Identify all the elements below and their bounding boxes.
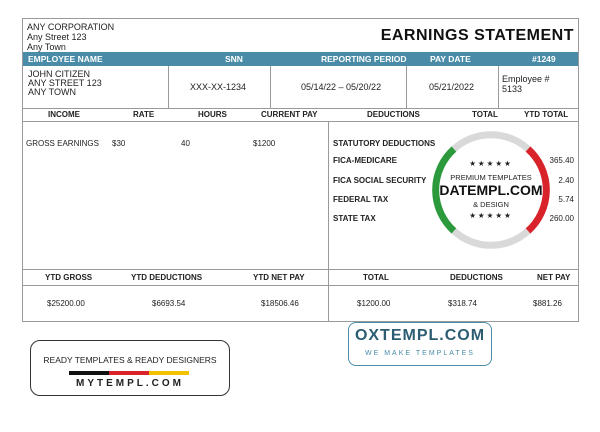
employee-address-cell: JOHN CITIZEN ANY STREET 123 ANY TOWN [23, 66, 169, 108]
col-total: TOTAL [472, 110, 498, 119]
employee-header-bar: EMPLOYEE NAME SNN REPORTING PERIOD PAY D… [23, 52, 578, 66]
oxtempl-tagline: WE MAKE TEMPLATES [365, 350, 475, 357]
deduction-label: STATE TAX [333, 214, 376, 223]
deduction-ytd: 5.74 [558, 195, 574, 204]
earnings-label: GROSS EARNINGS [26, 139, 99, 148]
oxtempl-badge: OXTEMPL.COM WE MAKE TEMPLATES [348, 322, 492, 366]
stamp-stars: ★★★★★ [469, 159, 513, 168]
employee-id-label: Employee # [502, 74, 550, 84]
stamp-line1: PREMIUM TEMPLATES [450, 173, 532, 182]
ytd-net-value: $18506.46 [261, 299, 299, 308]
company-address: ANY CORPORATION Any Street 123 Any Town [27, 22, 114, 52]
total-value: $1200.00 [357, 299, 391, 308]
employee-ssn: XXX-XX-1234 [190, 82, 247, 92]
pay-date-cell: 05/21/2022 [407, 66, 499, 108]
earnings-hours: 40 [181, 139, 190, 148]
deductions-header: DEDUCTIONS [450, 273, 503, 282]
oxtempl-brand: OXTEMPL.COM [354, 327, 486, 344]
net-pay-header: NET PAY [537, 273, 571, 282]
period-cell: 05/14/22 – 05/20/22 [271, 66, 407, 108]
stamp-line3: & DESIGN [473, 200, 509, 209]
employee-id: 5133 [502, 84, 523, 94]
pay-date: 05/21/2022 [429, 82, 475, 92]
deduction-ytd: 365.40 [549, 156, 574, 165]
flag-stripes [69, 371, 189, 375]
employee-info-row: JOHN CITIZEN ANY STREET 123 ANY TOWN XXX… [23, 66, 578, 109]
earnings-pay: $1200 [253, 139, 276, 148]
watermark-stamp: ★★★★★ PREMIUM TEMPLATES DATEMPL.COM & DE… [432, 131, 550, 249]
employee-name-header: EMPLOYEE NAME [28, 54, 103, 64]
col-deductions: DEDUCTIONS [367, 110, 420, 119]
ytd-deductions-value: $6693.54 [152, 299, 186, 308]
col-ytd-total: YTD TOTAL [524, 110, 569, 119]
stamp-brand: DATEMPL.COM [439, 182, 543, 198]
mytempl-badge: READY TEMPLATES & READY DESIGNERS MYTEMP… [30, 340, 230, 396]
col-hours: HOURS [198, 110, 227, 119]
ytd-net-header: YTD NET PAY [253, 273, 305, 282]
earnings-rate: $30 [112, 139, 126, 148]
stamp-stars-bottom: ★★★★★ [469, 211, 513, 220]
document-title: EARNINGS STATEMENT [380, 27, 574, 44]
ytd-gross-value: $25200.00 [47, 299, 85, 308]
col-rate: RATE [133, 110, 155, 119]
ssn-cell: XXX-XX-1234 [169, 66, 271, 108]
pay-date-header: PAY DATE [430, 54, 471, 64]
ytd-gross-header: YTD GROSS [45, 273, 93, 282]
company-street: Any Street 123 [27, 32, 87, 42]
deduction-ytd: 2.40 [558, 176, 574, 185]
statement-number: #1249 [532, 54, 556, 64]
ssn-header: SNN [225, 54, 243, 64]
totals-header: YTD GROSS YTD DEDUCTIONS YTD NET PAY TOT… [23, 269, 578, 286]
deductions-value: $318.74 [448, 299, 477, 308]
col-income: INCOME [48, 110, 80, 119]
col-current-pay: CURRENT PAY [261, 110, 318, 119]
deduction-label: FICA SOCIAL SECURITY [333, 176, 427, 185]
employee-id-cell: Employee # 5133 [499, 66, 578, 108]
total-header: TOTAL [363, 273, 389, 282]
deduction-label: FICA-MEDICARE [333, 156, 397, 165]
reporting-period: 05/14/22 – 05/20/22 [301, 82, 382, 92]
deduction-label: FEDERAL TAX [333, 195, 389, 204]
totals-row: $25200.00 $6693.54 $18506.46 $1200.00 $3… [23, 285, 578, 321]
company-town: Any Town [27, 42, 66, 52]
columns-header: INCOME RATE HOURS CURRENT PAY DEDUCTIONS… [23, 108, 578, 122]
employee-town: ANY TOWN [28, 87, 77, 97]
statutory-deductions-heading: STATUTORY DEDUCTIONS [333, 139, 436, 148]
badge-tagline: READY TEMPLATES & READY DESIGNERS [43, 355, 217, 365]
company-name: ANY CORPORATION [27, 22, 115, 32]
period-header: REPORTING PERIOD [321, 54, 407, 64]
deduction-ytd: 260.00 [549, 214, 574, 223]
badge-brand: MYTEMPL.COM [76, 378, 184, 389]
net-pay-value: $881.26 [533, 299, 562, 308]
ytd-deductions-header: YTD DEDUCTIONS [131, 273, 203, 282]
